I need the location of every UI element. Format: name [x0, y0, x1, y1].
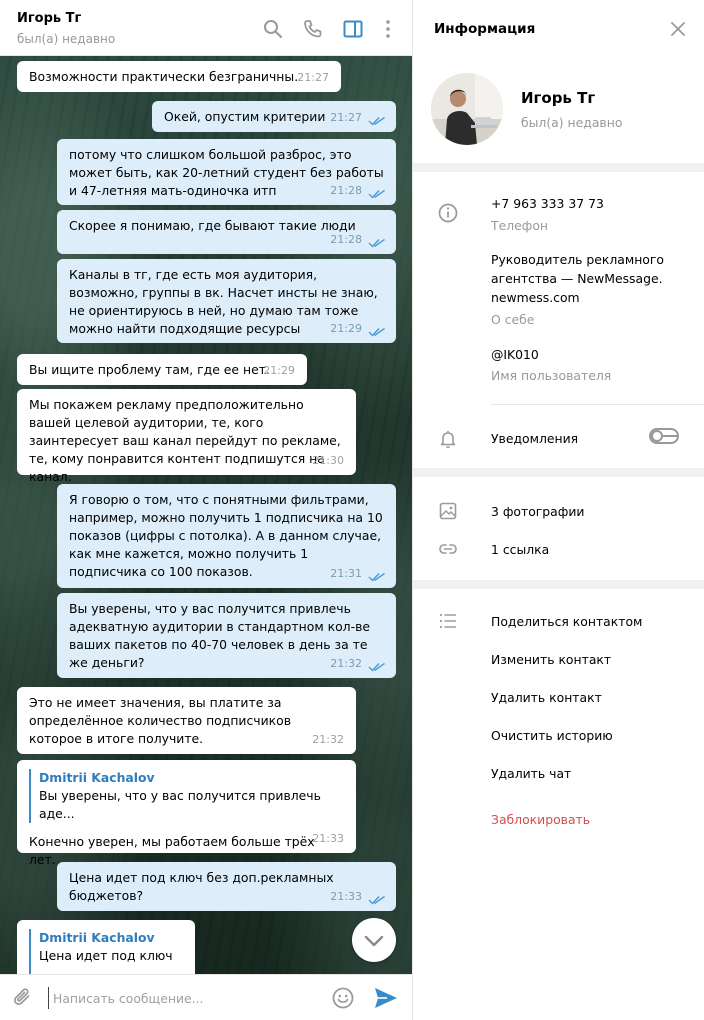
message-text: Это не имеет значения, вы платите за опр… — [29, 695, 292, 746]
profile-name: Игорь Тг — [521, 89, 596, 107]
divider — [491, 404, 704, 405]
bio-text[interactable]: Руководитель рекламного агентства — NewM… — [491, 250, 686, 307]
scroll-to-bottom-button[interactable] — [352, 918, 396, 962]
message-outgoing[interactable]: Каналы в тг, где есть моя аудитория, воз… — [57, 259, 396, 343]
message-composer — [0, 974, 412, 1020]
clear-history-button[interactable]: Очистить историю — [491, 726, 613, 745]
username[interactable]: @IK010 — [491, 345, 539, 364]
edit-contact-button[interactable]: Изменить контакт — [491, 650, 611, 669]
message-incoming[interactable]: Мы покажем рекламу предположительно ваше… — [17, 389, 356, 484]
notifications-label: Уведомления — [491, 431, 579, 446]
reply-quote[interactable]: Dmitrii Kachalov Цена идет под ключ ... — [29, 929, 183, 974]
message-time: 21:31 — [330, 567, 362, 580]
message-outgoing[interactable]: Я говорю о том, что с понятными фильтрам… — [57, 484, 396, 588]
phone-number[interactable]: +7 963 333 37 73 — [491, 194, 604, 213]
emoji-icon[interactable] — [331, 986, 355, 1010]
read-checkmarks-icon — [368, 116, 385, 126]
send-icon[interactable] — [373, 986, 399, 1010]
delete-contact-button[interactable]: Удалить контакт — [491, 688, 602, 707]
message-outgoing[interactable]: Вы уверены, что у вас получится привлечь… — [57, 593, 396, 678]
more-menu-icon[interactable] — [377, 18, 399, 40]
message-time: 21:29 — [263, 364, 295, 377]
message-incoming[interactable]: Это не имеет значения, вы платите за опр… — [17, 687, 356, 754]
list-icon — [439, 613, 456, 629]
section-separator — [413, 580, 704, 589]
info-panel: Информация Игорь Тг был(а) недавно +7 96… — [413, 0, 704, 1020]
photo-icon — [439, 502, 457, 520]
chat-title[interactable]: Игорь Тг — [17, 11, 81, 26]
read-checkmarks-icon — [368, 189, 385, 199]
message-outgoing[interactable]: Скорее я понимаю, где бывают такие люди … — [57, 210, 396, 254]
reply-author: Dmitrii Kachalov — [39, 770, 155, 785]
phone-label: Телефон — [491, 218, 549, 233]
bell-icon — [440, 431, 456, 449]
close-icon[interactable] — [667, 18, 689, 40]
read-checkmarks-icon — [368, 238, 385, 248]
read-checkmarks-icon — [368, 327, 385, 337]
message-outgoing[interactable]: Окей, опустим критерии 21:27 — [152, 101, 396, 132]
message-text: Возможности практически безграничны. — [29, 69, 299, 84]
message-incoming[interactable]: Вы ищите проблему там, где ее нет. 21:29 — [17, 354, 307, 385]
info-icon — [438, 203, 458, 223]
link-icon — [439, 544, 457, 554]
reply-text: Цена идет под ключ ... — [39, 948, 173, 974]
chat-column: Игорь Тг был(а) недавно Возможности прак… — [0, 0, 412, 1020]
message-incoming-reply[interactable]: Dmitrii Kachalov Цена идет под ключ ... — [17, 920, 195, 974]
block-button[interactable]: Заблокировать — [491, 810, 590, 829]
message-time: 21:33 — [330, 890, 362, 903]
reply-author: Dmitrii Kachalov — [39, 930, 155, 945]
read-checkmarks-icon — [368, 572, 385, 582]
message-outgoing[interactable]: Цена идет под ключ без доп.рекламных бюд… — [57, 862, 396, 911]
profile-status: был(а) недавно — [521, 115, 623, 130]
bio-label: О себе — [491, 312, 535, 327]
message-text: Вы ищите проблему там, где ее нет. — [29, 362, 270, 377]
chat-header: Игорь Тг был(а) недавно — [0, 0, 412, 56]
search-icon[interactable] — [262, 18, 284, 40]
reply-quote[interactable]: Dmitrii Kachalov Вы уверены, что у вас п… — [29, 769, 344, 823]
avatar[interactable] — [431, 73, 503, 145]
chat-status: был(а) недавно — [17, 32, 116, 46]
section-separator — [413, 468, 704, 477]
message-list[interactable]: Возможности практически безграничны. 21:… — [0, 56, 412, 974]
message-time: 21:32 — [330, 657, 362, 670]
message-outgoing[interactable]: потому что слишком большой разброс, это … — [57, 139, 396, 205]
links-link[interactable]: 1 ссылка — [491, 540, 549, 559]
read-checkmarks-icon — [368, 895, 385, 905]
notifications-toggle[interactable] — [649, 428, 679, 444]
username-label: Имя пользователя — [491, 368, 612, 383]
delete-chat-button[interactable]: Удалить чат — [491, 764, 571, 783]
message-time: 21:27 — [330, 111, 362, 124]
message-time: 21:27 — [297, 71, 329, 84]
message-time: 21:32 — [312, 733, 344, 746]
share-contact-button[interactable]: Поделиться контактом — [491, 612, 642, 631]
phone-icon[interactable] — [302, 18, 324, 40]
message-text: Мы покажем рекламу предположительно ваше… — [29, 397, 341, 484]
read-checkmarks-icon — [368, 662, 385, 672]
reply-text: Вы уверены, что у вас получится привлечь… — [39, 788, 321, 821]
photos-link[interactable]: 3 фотографии — [491, 502, 584, 521]
attach-icon[interactable] — [12, 987, 34, 1009]
message-time: 21:30 — [312, 454, 344, 467]
message-time: 21:33 — [312, 832, 344, 845]
message-input[interactable] — [48, 987, 318, 1009]
info-title: Информация — [434, 21, 536, 37]
section-separator — [413, 163, 704, 172]
message-incoming-reply[interactable]: Dmitrii Kachalov Вы уверены, что у вас п… — [17, 760, 356, 867]
message-time: 21:29 — [330, 322, 362, 335]
message-time: 21:28 — [330, 233, 362, 246]
message-time: 21:28 — [330, 184, 362, 197]
message-incoming[interactable]: Возможности практически безграничны. 21:… — [17, 61, 341, 92]
sidebar-toggle-icon[interactable] — [342, 18, 364, 40]
